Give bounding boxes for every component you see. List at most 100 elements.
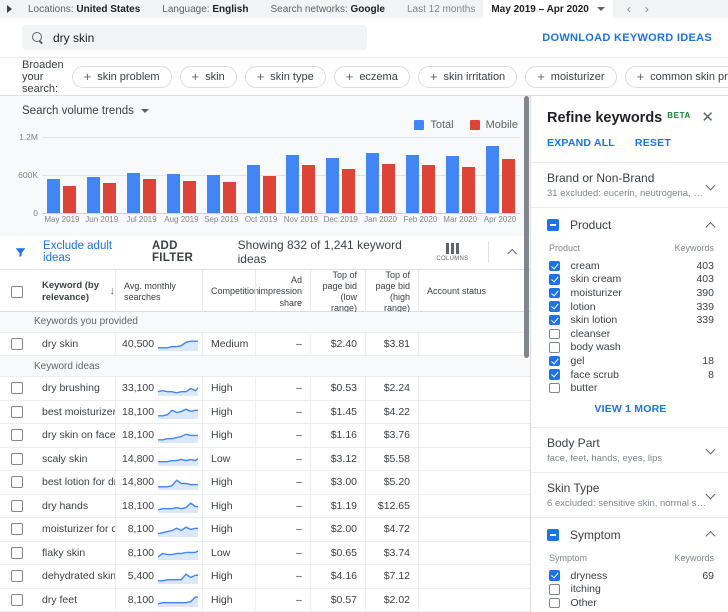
broaden-chip-skin-irritation[interactable]: +skin irritation xyxy=(418,66,517,88)
language-setting[interactable]: Language: English xyxy=(162,4,248,15)
ad-share-cell: – xyxy=(255,401,310,424)
select-all-checkbox[interactable] xyxy=(11,286,23,298)
keyword-search-input[interactable]: dry skin xyxy=(22,25,367,50)
collapse-table-button[interactable] xyxy=(508,249,518,259)
searches-cell: 8,100 xyxy=(115,542,202,565)
keyword-cell: dry hands xyxy=(34,495,115,518)
view-more-link[interactable]: VIEW 1 MORE xyxy=(547,395,714,419)
section-checkbox[interactable] xyxy=(547,529,559,541)
broaden-chip-moisturizer[interactable]: +moisturizer xyxy=(525,66,616,88)
filter-item-skin-cream[interactable]: skin cream403 xyxy=(547,273,714,287)
x-tick-label: Aug 2019 xyxy=(161,215,201,224)
filter-item-itching[interactable]: itching xyxy=(547,583,714,597)
column-bid-low[interactable]: Top of page bid (low range) xyxy=(310,270,365,315)
chevron-up-icon[interactable] xyxy=(706,531,716,541)
reset-button[interactable]: RESET xyxy=(635,137,671,149)
filter-item-cleanser[interactable]: cleanser xyxy=(547,327,714,341)
item-checkbox[interactable] xyxy=(549,301,560,312)
table-row: scaly skin14,800Low–$3.12$5.58 xyxy=(0,448,530,472)
broaden-chip-skin-problem[interactable]: +skin problem xyxy=(72,66,172,88)
broaden-chip-common-skin-problem[interactable]: +common skin problem xyxy=(625,66,728,88)
item-checkbox[interactable] xyxy=(549,315,560,326)
chart-title[interactable]: Search volume trends xyxy=(22,105,149,117)
item-checkbox[interactable] xyxy=(549,584,560,595)
exclude-adult-ideas-link[interactable]: Exclude adult ideas xyxy=(43,240,136,264)
searches-cell: 5,400 xyxy=(115,565,202,588)
networks-value: Google xyxy=(351,4,385,15)
item-checkbox[interactable] xyxy=(549,274,560,285)
column-ad-share[interactable]: Ad impression share xyxy=(255,270,310,315)
filter-item-lotion[interactable]: lotion339 xyxy=(547,300,714,314)
section-header[interactable]: Product xyxy=(547,216,714,234)
competition-cell: High xyxy=(202,424,255,447)
column-account-status[interactable]: Account status xyxy=(418,270,530,315)
bid-low-cell: $0.65 xyxy=(310,542,365,565)
filter-item-body-wash[interactable]: body wash xyxy=(547,341,714,355)
filter-item-cream[interactable]: cream403 xyxy=(547,259,714,273)
row-checkbox[interactable] xyxy=(11,382,23,394)
broaden-chip-skin[interactable]: +skin xyxy=(180,66,237,88)
item-checkbox[interactable] xyxy=(549,570,560,581)
filter-item-Other[interactable]: Other xyxy=(547,596,714,610)
date-range-selector[interactable]: May 2019 – Apr 2020 xyxy=(483,0,612,18)
row-checkbox[interactable] xyxy=(11,500,23,512)
row-checkbox[interactable] xyxy=(11,338,23,350)
filter-item-face-scrub[interactable]: face scrub8 xyxy=(547,368,714,382)
chevron-down-icon[interactable] xyxy=(706,490,716,500)
item-checkbox[interactable] xyxy=(549,383,560,394)
row-checkbox-cell xyxy=(0,471,34,494)
item-checkbox[interactable] xyxy=(549,598,560,609)
bid-high-cell: $3.81 xyxy=(365,333,418,356)
date-prev-button[interactable]: ‹ xyxy=(627,2,631,16)
row-checkbox[interactable] xyxy=(11,570,23,582)
chevron-up-icon[interactable] xyxy=(706,221,716,231)
row-checkbox[interactable] xyxy=(11,406,23,418)
filter-icon xyxy=(14,245,27,259)
filter-item-butter[interactable]: butter xyxy=(547,381,714,395)
broaden-search-row: Broaden your search: +skin problem+skin+… xyxy=(0,57,728,95)
row-checkbox[interactable] xyxy=(11,429,23,441)
item-keyword-count: 8 xyxy=(708,369,714,381)
item-checkbox[interactable] xyxy=(549,342,560,353)
filter-item-moisturizer[interactable]: moisturizer390 xyxy=(547,286,714,300)
section-header[interactable]: Symptom xyxy=(547,526,714,544)
chevron-down-icon[interactable] xyxy=(706,180,716,190)
row-checkbox[interactable] xyxy=(11,547,23,559)
row-checkbox-cell xyxy=(0,589,34,612)
bar-group-Dec-2019 xyxy=(326,158,355,213)
item-checkbox[interactable] xyxy=(549,329,560,340)
expand-all-button[interactable]: EXPAND ALL xyxy=(547,137,615,149)
filter-item-dryness[interactable]: dryness69 xyxy=(547,569,714,583)
sidebar-expander-icon[interactable] xyxy=(7,5,12,13)
networks-setting[interactable]: Search networks: Google xyxy=(270,4,385,15)
section-checkbox[interactable] xyxy=(547,219,559,231)
table-row: flaky skin8,100Low–$0.65$3.74 xyxy=(0,542,530,566)
filter-item-skin-lotion[interactable]: skin lotion339 xyxy=(547,313,714,327)
broaden-chip-skin-type[interactable]: +skin type xyxy=(245,66,326,88)
account-status-cell xyxy=(418,565,530,588)
columns-button[interactable]: COLUMNS xyxy=(436,243,468,262)
add-filter-button[interactable]: ADD FILTER xyxy=(152,240,218,264)
broaden-chip-eczema[interactable]: +eczema xyxy=(334,66,410,88)
row-checkbox[interactable] xyxy=(11,594,23,606)
ad-share-cell: – xyxy=(255,518,310,541)
column-bid-high[interactable]: Top of page bid (high range) xyxy=(365,270,418,315)
row-checkbox[interactable] xyxy=(11,453,23,465)
row-checkbox[interactable] xyxy=(11,476,23,488)
vertical-scrollbar[interactable] xyxy=(524,96,529,358)
close-icon[interactable]: ✕ xyxy=(701,110,714,125)
chevron-down-icon[interactable] xyxy=(706,445,716,455)
locations-setting[interactable]: Locations: United States xyxy=(28,4,140,15)
item-checkbox[interactable] xyxy=(549,288,560,299)
item-checkbox[interactable] xyxy=(549,369,560,380)
item-checkbox[interactable] xyxy=(549,356,560,367)
filter-item-gel[interactable]: gel18 xyxy=(547,354,714,368)
date-next-button[interactable]: › xyxy=(645,2,649,16)
column-searches[interactable]: Avg. monthly searches xyxy=(115,270,202,315)
column-keyword[interactable]: Keyword (by relevance)↓ xyxy=(34,270,115,315)
download-keyword-ideas-button[interactable]: DOWNLOAD KEYWORD IDEAS xyxy=(542,32,712,44)
row-checkbox[interactable] xyxy=(11,523,23,535)
column-competition[interactable]: Competition xyxy=(202,270,255,315)
item-checkbox[interactable] xyxy=(549,261,560,272)
chip-label: skin type xyxy=(270,71,313,83)
